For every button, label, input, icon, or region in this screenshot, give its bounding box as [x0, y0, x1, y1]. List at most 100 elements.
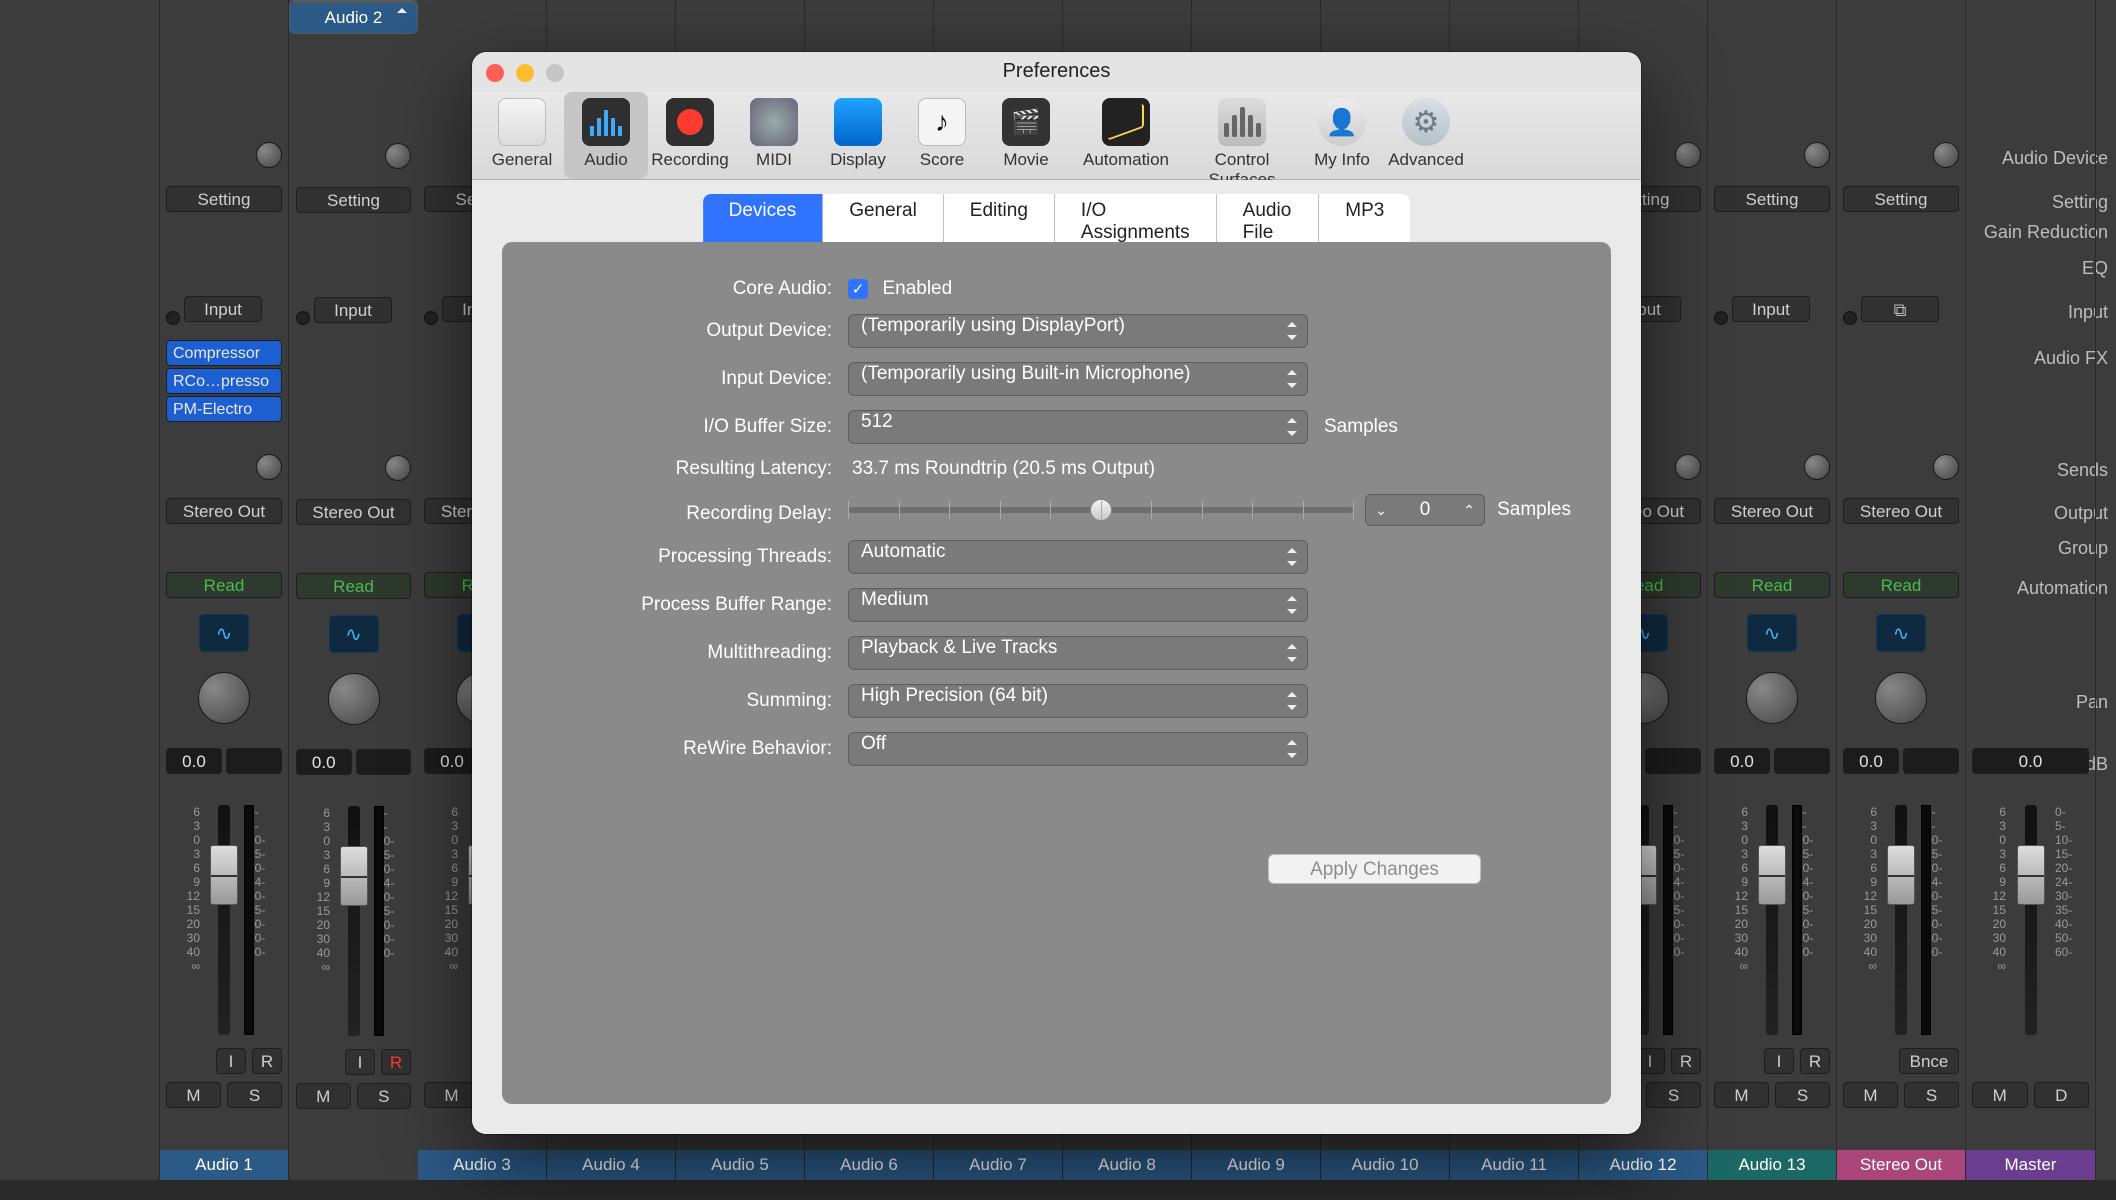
input-monitor-button[interactable]: I — [216, 1048, 246, 1074]
fader-track[interactable] — [2025, 805, 2037, 1035]
pan-knob[interactable] — [1746, 672, 1798, 724]
mute-button[interactable]: M — [1714, 1082, 1769, 1108]
toolbar-automation[interactable]: Automation — [1068, 92, 1184, 179]
mute-button[interactable]: M — [1972, 1082, 2028, 1108]
link-icon[interactable]: ⧉ — [1861, 296, 1939, 322]
track-name[interactable]: Audio 10 — [1321, 1150, 1449, 1180]
bounce-button[interactable]: Bnce — [1899, 1048, 1959, 1074]
track-icon[interactable]: ∿ — [1747, 614, 1797, 652]
input-select[interactable]: Input — [314, 297, 392, 323]
track-name[interactable]: Audio 11 — [1450, 1150, 1578, 1180]
fader-track[interactable] — [348, 806, 360, 1036]
toolbar-my_info[interactable]: 👤My Info — [1300, 92, 1384, 179]
process-buffer-range-select[interactable]: Medium — [848, 588, 1308, 622]
send-knob[interactable] — [1804, 454, 1830, 480]
stepper-down[interactable]: ⌄ — [1366, 495, 1396, 525]
db-value[interactable]: 0.0 — [296, 749, 352, 775]
automation-mode-button[interactable]: Read — [1843, 572, 1959, 598]
pan-knob[interactable] — [1875, 672, 1927, 724]
toolbar-display[interactable]: Display — [816, 92, 900, 179]
apply-changes-button[interactable]: Apply Changes — [1268, 854, 1481, 884]
track-name[interactable]: Stereo Out — [1837, 1150, 1965, 1180]
setting-button[interactable]: Setting — [1843, 186, 1959, 212]
record-enable-button[interactable]: R — [1671, 1048, 1701, 1074]
input-format-icon[interactable] — [166, 311, 180, 325]
peak-value[interactable] — [1774, 748, 1830, 774]
peak-value[interactable] — [1903, 748, 1959, 774]
track-icon[interactable]: ∿ — [199, 614, 249, 652]
gain-knob[interactable] — [385, 143, 411, 169]
fader-track[interactable] — [1766, 805, 1778, 1035]
setting-button[interactable]: Setting — [1714, 186, 1830, 212]
track-icon[interactable]: ∿ — [1876, 614, 1926, 652]
fader-handle[interactable] — [1887, 845, 1915, 905]
input-format-icon[interactable] — [1843, 311, 1857, 325]
fader-handle[interactable] — [210, 845, 238, 905]
input-format-icon[interactable] — [296, 311, 310, 325]
fader-handle[interactable] — [1758, 845, 1786, 905]
core-audio-checkbox[interactable]: ✓ — [848, 279, 868, 299]
input-monitor-button[interactable]: I — [1764, 1048, 1794, 1074]
gain-knob[interactable] — [1675, 142, 1701, 168]
output-select[interactable]: Stereo Out — [1843, 498, 1959, 524]
track-name[interactable]: Audio 2 — [290, 3, 417, 33]
track-name[interactable]: Audio 12 — [1579, 1150, 1707, 1180]
gain-knob[interactable] — [256, 142, 282, 168]
output-select[interactable]: Stereo Out — [1714, 498, 1830, 524]
mute-button[interactable]: M — [1843, 1082, 1898, 1108]
track-name[interactable]: Audio 5 — [676, 1150, 804, 1180]
recording-delay-slider[interactable] — [848, 507, 1353, 513]
toolbar-movie[interactable]: 🎬Movie — [984, 92, 1068, 179]
input-select[interactable]: Input — [184, 296, 262, 322]
mute-button[interactable]: M — [424, 1082, 479, 1108]
record-enable-button[interactable]: R — [1800, 1048, 1830, 1074]
stepper-up[interactable]: ⌃ — [1454, 495, 1484, 525]
track-name[interactable]: Audio 7 — [934, 1150, 1062, 1180]
automation-mode-button[interactable]: Read — [296, 573, 411, 599]
input-monitor-button[interactable]: I — [345, 1049, 375, 1075]
fx-slot[interactable]: PM-Electro — [166, 396, 282, 422]
mute-button[interactable]: M — [296, 1083, 351, 1109]
track-name[interactable]: Audio 4 — [547, 1150, 675, 1180]
setting-button[interactable]: Setting — [166, 186, 282, 212]
input-format-icon[interactable] — [424, 311, 438, 325]
toolbar-midi[interactable]: MIDI — [732, 92, 816, 179]
solo-button[interactable]: S — [1646, 1082, 1701, 1108]
solo-button[interactable]: S — [1904, 1082, 1959, 1108]
toolbar-control_surfaces[interactable]: Control Surfaces — [1184, 92, 1300, 179]
send-knob[interactable] — [385, 455, 411, 481]
input-device-select[interactable]: (Temporarily using Built-in Microphone) — [848, 362, 1308, 396]
db-value[interactable]: 0.0 — [1972, 748, 2089, 774]
track-name[interactable]: Audio 8 — [1063, 1150, 1191, 1180]
track-name[interactable]: Audio 6 — [805, 1150, 933, 1180]
fader-track[interactable] — [1895, 805, 1907, 1035]
gain-knob[interactable] — [1933, 142, 1959, 168]
processing-threads-select[interactable]: Automatic — [848, 540, 1308, 574]
send-knob[interactable] — [1675, 454, 1701, 480]
send-knob[interactable] — [256, 454, 282, 480]
toolbar-audio[interactable]: Audio — [564, 92, 648, 179]
record-enable-button[interactable]: R — [252, 1048, 282, 1074]
peak-value[interactable] — [1645, 748, 1701, 774]
input-select[interactable]: Input — [1732, 296, 1810, 322]
mute-button[interactable]: M — [166, 1082, 221, 1108]
record-enable-button[interactable]: R — [381, 1049, 411, 1075]
rewire-select[interactable]: Off — [848, 732, 1308, 766]
send-knob[interactable] — [1933, 454, 1959, 480]
fader-handle[interactable] — [2017, 845, 2045, 905]
peak-value[interactable] — [226, 748, 282, 774]
toolbar-general[interactable]: General — [480, 92, 564, 179]
automation-mode-button[interactable]: Read — [166, 572, 282, 598]
db-value[interactable]: 0.0 — [1714, 748, 1770, 774]
track-name[interactable]: Master — [1966, 1150, 2095, 1180]
db-value[interactable]: 0.0 — [166, 748, 222, 774]
fader-track[interactable] — [218, 805, 230, 1035]
fx-slot[interactable]: RCo…presso — [166, 368, 282, 394]
pan-knob[interactable] — [328, 673, 380, 725]
track-name[interactable]: Audio 3 — [418, 1150, 546, 1180]
fx-slot[interactable]: Compressor — [166, 340, 282, 366]
solo-button[interactable]: S — [357, 1083, 412, 1109]
dim-button[interactable]: D — [2034, 1082, 2090, 1108]
toolbar-score[interactable]: ♪Score — [900, 92, 984, 179]
peak-value[interactable] — [356, 749, 412, 775]
